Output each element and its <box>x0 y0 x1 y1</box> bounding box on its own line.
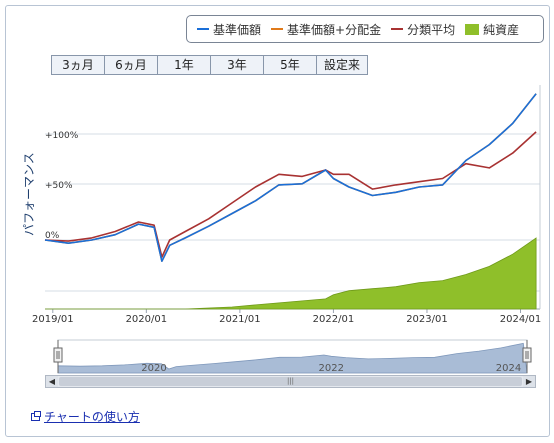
series-line <box>44 93 537 262</box>
new-window-icon <box>31 410 41 421</box>
scroll-right-icon[interactable]: ▶ <box>523 376 535 387</box>
x-tick-label: 2023/01 <box>406 314 448 325</box>
navigator-tick-label: 2024 <box>496 363 521 374</box>
chart-help-link[interactable]: チャートの使い方 <box>31 408 140 425</box>
x-tick-label: 2021/01 <box>219 314 261 325</box>
navigator-scrollbar[interactable]: ◀ ||| ▶ <box>45 375 536 388</box>
y-tick-label: +100% <box>45 131 79 141</box>
navigator-tick-label: 2022 <box>319 363 344 374</box>
y-tick-label: +50% <box>45 181 73 191</box>
navigator-tick-label: 2020 <box>141 363 166 374</box>
series-line <box>44 131 537 258</box>
help-link-text[interactable]: チャートの使い方 <box>44 408 140 425</box>
x-tick-label: 2019/01 <box>32 314 74 325</box>
x-tick-label: 2022/01 <box>313 314 355 325</box>
navigator-handle[interactable] <box>53 347 63 363</box>
scroll-left-icon[interactable]: ◀ <box>46 376 58 387</box>
navigator-handle[interactable] <box>522 347 532 363</box>
scrollbar-thumb[interactable]: ||| <box>59 377 522 386</box>
x-tick-label: 2020/01 <box>126 314 168 325</box>
x-tick-label: 2024/01 <box>500 314 542 325</box>
series-line <box>44 93 537 262</box>
series-net-assets-area <box>45 237 537 310</box>
